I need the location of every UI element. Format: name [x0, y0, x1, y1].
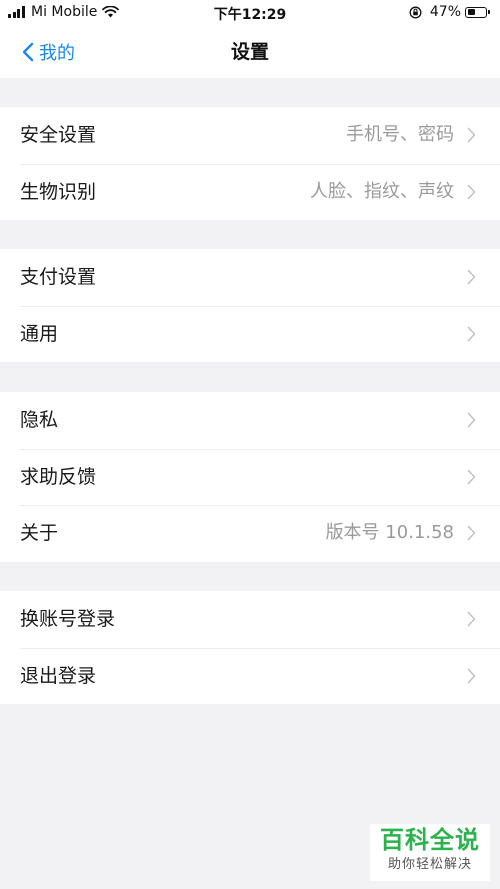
row-label: 支付设置: [20, 266, 97, 288]
page-title: 设置: [230, 41, 269, 63]
settings-group-account: 换账号登录 退出登录: [0, 591, 500, 704]
settings-row-logout[interactable]: 退出登录: [0, 647, 500, 705]
chevron-right-icon: [467, 269, 476, 285]
chevron-right-icon: [467, 525, 476, 541]
rotation-lock-icon: [409, 6, 422, 18]
settings-row-about[interactable]: 关于 版本号 10.1.58: [0, 505, 500, 562]
chevron-right-icon: [467, 127, 476, 143]
row-label: 求助反馈: [20, 465, 97, 488]
battery-cap: [488, 10, 490, 14]
row-label: 隐私: [20, 409, 59, 431]
settings-row-general[interactable]: 通用: [0, 305, 500, 363]
chevron-right-icon: [467, 412, 476, 428]
settings-row-payment[interactable]: 支付设置: [0, 249, 500, 306]
battery-fill: [467, 9, 476, 15]
settings-row-biometrics[interactable]: 生物识别 人脸、指纹、声纹: [0, 163, 500, 221]
chevron-right-icon: [467, 469, 476, 484]
row-label: 关于: [20, 522, 59, 544]
settings-row-help-feedback[interactable]: 求助反馈: [0, 448, 500, 506]
watermark-title: 百科全说: [380, 826, 480, 854]
row-label: 换账号登录: [20, 608, 116, 630]
watermark-logo: 百科全说 助你轻松解决: [370, 824, 490, 881]
status-bar: Mi Mobile 下午12:29 47%: [0, 0, 500, 26]
battery-icon: [465, 6, 487, 18]
battery-percent: 47%: [429, 4, 461, 20]
row-label: 通用: [20, 322, 59, 345]
chevron-right-icon: [467, 326, 476, 341]
status-right: 47%: [409, 4, 490, 20]
chevron-right-icon: [467, 668, 476, 683]
chevron-right-icon: [467, 184, 476, 199]
nav-bar: 我的 设置: [0, 26, 500, 78]
version-value: 版本号 10.1.58: [325, 522, 454, 543]
settings-row-switch-account[interactable]: 换账号登录: [0, 591, 500, 648]
settings-group-security: 安全设置 手机号、密码 生物识别 人脸、指纹、声纹: [0, 107, 500, 220]
row-value: 手机号、密码: [346, 124, 454, 145]
row-value: 人脸、指纹、声纹: [310, 180, 454, 202]
settings-group-privacy: 隐私 求助反馈 关于 版本号 10.1.58: [0, 392, 500, 562]
settings-group-payment: 支付设置 通用: [0, 249, 500, 362]
settings-row-privacy[interactable]: 隐私: [0, 392, 500, 449]
chevron-right-icon: [467, 611, 476, 627]
row-label: 安全设置: [20, 124, 97, 146]
watermark-subtitle: 助你轻松解决: [387, 857, 472, 872]
settings-row-security[interactable]: 安全设置 手机号、密码: [0, 107, 500, 164]
row-label: 退出登录: [20, 664, 97, 687]
row-label: 生物识别: [20, 180, 97, 203]
